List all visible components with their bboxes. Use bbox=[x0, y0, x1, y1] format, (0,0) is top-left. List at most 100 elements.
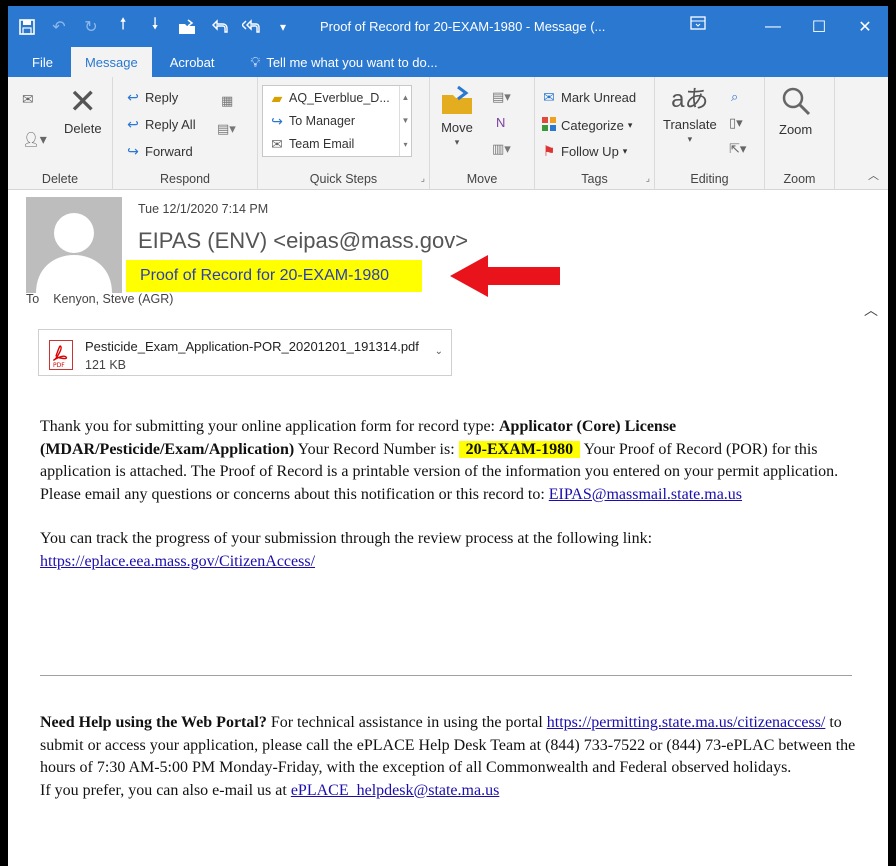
find-icon[interactable]: ⌕ bbox=[731, 89, 738, 105]
reply-all-icon: ↩ bbox=[127, 116, 139, 132]
more-respond-icon[interactable]: ▤▾ bbox=[217, 121, 236, 137]
ribbon-group-tags: ✉︎ Mark Unread Categorize ▾ ⚑ Follow Up ▾ Ta… bbox=[535, 77, 655, 190]
categorize-button[interactable]: Categorize ▾ bbox=[541, 116, 632, 135]
move-to-folder-icon[interactable] bbox=[174, 14, 200, 40]
helpdesk-email-link[interactable]: ePLACE_helpdesk@state.ma.us bbox=[291, 782, 499, 799]
reply-all-quick-icon[interactable] bbox=[238, 14, 264, 40]
ribbon-tabs: File Message Acrobat 💡︎ Tell me what you… bbox=[8, 47, 888, 77]
quick-step-item[interactable]: ↪ To Manager bbox=[269, 113, 355, 129]
attachment-menu-icon[interactable]: ⌄ bbox=[435, 346, 443, 357]
translate-button[interactable]: aあ Translate ▾ bbox=[663, 85, 717, 145]
group-label-zoom: Zoom bbox=[783, 172, 816, 186]
divider bbox=[40, 675, 852, 676]
ribbon-group-move: Move ▾ ▤▾ N ▥▾ Move bbox=[430, 77, 535, 190]
junk-icon[interactable]: 👤︎▾ bbox=[22, 131, 47, 148]
ribbon-group-quick-steps: ▰ AQ_Everblue_D... ↪ To Manager ✉︎ Team Ema… bbox=[258, 77, 430, 190]
group-label-quick-steps: Quick Steps bbox=[309, 172, 378, 186]
citizen-access-link[interactable]: https://eplace.eea.mass.gov/CitizenAcces… bbox=[40, 553, 315, 570]
delete-button[interactable]: ✕ Delete bbox=[64, 85, 102, 136]
meeting-icon[interactable]: ▦ bbox=[221, 93, 233, 109]
onenote-icon[interactable]: N bbox=[496, 115, 505, 130]
rules-icon[interactable]: ▤▾ bbox=[492, 89, 511, 105]
dialog-launcher-icon[interactable]: ⌟ bbox=[421, 173, 425, 184]
quick-step-item[interactable]: ▰ AQ_Everblue_D... bbox=[269, 90, 390, 106]
folder-icon: ▰ bbox=[271, 90, 283, 106]
body-paragraph-2: You can track the progress of your submi… bbox=[40, 530, 653, 570]
undo-icon[interactable]: ↶ bbox=[46, 14, 72, 40]
group-label-editing: Editing bbox=[690, 172, 729, 186]
permitting-portal-link[interactable]: https://permitting.state.ma.us/citizenac… bbox=[547, 714, 826, 731]
to-label: To bbox=[26, 292, 40, 306]
quick-steps-scroll[interactable]: ▲ ▼ ▾ bbox=[399, 86, 411, 156]
forward-icon: ↪ bbox=[127, 143, 139, 159]
ribbon-group-delete: ✉︎ 👤︎▾ ✕ Delete Delete bbox=[8, 77, 113, 190]
group-label-move: Move bbox=[466, 172, 498, 186]
customize-toolbar-icon[interactable]: ▾ bbox=[270, 14, 296, 40]
reply-button[interactable]: ↩ Reply bbox=[125, 89, 178, 105]
ribbon-group-editing: aあ Translate ▾ ⌕ ▯▾ ⇱▾ Editing bbox=[655, 77, 765, 190]
sent-date: Tue 12/1/2020 7:14 PM bbox=[138, 202, 269, 216]
zoom-button[interactable]: Zoom bbox=[779, 85, 812, 137]
attachment-name: Pesticide_Exam_Application-POR_20201201_… bbox=[85, 339, 419, 354]
select-icon[interactable]: ⇱▾ bbox=[729, 141, 746, 157]
save-icon[interactable] bbox=[14, 14, 40, 40]
delete-x-icon: ✕ bbox=[68, 83, 98, 121]
group-label-tags: Tags bbox=[581, 172, 608, 186]
redo-icon[interactable]: ↻ bbox=[78, 14, 104, 40]
attachment-card[interactable]: PDF Pesticide_Exam_Application-POR_20201… bbox=[38, 329, 452, 376]
minimize-icon[interactable]: — bbox=[750, 6, 796, 47]
title-bar: ↶ ↻ 🠕 🠗 ▾ Proof of Record for 20-EXAM-19… bbox=[8, 6, 888, 47]
sender-name[interactable]: EIPAS (ENV) <eipas@mass.gov> bbox=[138, 228, 468, 254]
recipient-line: To Kenyon, Steve (AGR) bbox=[26, 292, 187, 306]
avatar bbox=[26, 197, 122, 293]
maximize-icon[interactable]: ☐ bbox=[796, 6, 842, 47]
translate-icon: aあ bbox=[671, 86, 709, 113]
envelope-icon: ✉︎ bbox=[543, 89, 555, 105]
outlook-message-window: ↶ ↻ 🠕 🠗 ▾ Proof of Record for 20-EXAM-19… bbox=[8, 6, 888, 866]
group-label-respond: Respond bbox=[159, 172, 211, 186]
ribbon-display-options-icon[interactable] bbox=[690, 16, 706, 33]
collapse-ribbon-icon[interactable]: ︿ bbox=[868, 167, 879, 183]
next-item-icon[interactable]: 🠗 bbox=[142, 14, 168, 40]
related-icon[interactable]: ▯▾ bbox=[729, 115, 743, 131]
recipient[interactable]: Kenyon, Steve (AGR) bbox=[53, 292, 173, 306]
flag-icon: ⚑ bbox=[542, 143, 556, 159]
quick-steps-gallery: ▰ AQ_Everblue_D... ↪ To Manager ✉︎ Team Ema… bbox=[262, 85, 412, 157]
group-label-delete: Delete bbox=[41, 172, 79, 186]
eipas-email-link[interactable]: EIPAS@massmail.state.ma.us bbox=[549, 486, 742, 503]
tell-me-text: Tell me what you want to do... bbox=[266, 54, 438, 70]
ribbon-group-respond: ↩ Reply ↩ Reply All ↪ Forward ▦ ▤▾ Respond bbox=[113, 77, 258, 190]
quick-step-item[interactable]: ✉︎ Team Email bbox=[269, 136, 354, 152]
follow-up-button[interactable]: ⚑ Follow Up ▾ bbox=[541, 143, 628, 159]
help-paragraph: Need Help using the Web Portal? For tech… bbox=[40, 714, 856, 776]
annotation-arrow-icon bbox=[448, 252, 562, 305]
tell-me-search[interactable]: 💡︎ Tell me what you want to do... bbox=[237, 47, 452, 77]
svg-text:PDF: PDF bbox=[53, 362, 65, 369]
move-button[interactable]: Move ▾ bbox=[440, 85, 474, 148]
attachment-size: 121 KB bbox=[85, 358, 127, 372]
dialog-launcher-icon[interactable]: ⌟ bbox=[646, 173, 650, 184]
body-paragraph-1: Thank you for submitting your online app… bbox=[40, 418, 839, 503]
reply-all-button[interactable]: ↩ Reply All bbox=[125, 116, 195, 132]
magnifier-icon bbox=[780, 85, 812, 120]
message-body: Thank you for submitting your online app… bbox=[40, 416, 850, 573]
categorize-icon bbox=[541, 116, 557, 135]
forward-icon: ↪ bbox=[271, 113, 283, 129]
move-folder-icon bbox=[440, 85, 474, 118]
tab-message[interactable]: Message bbox=[70, 47, 152, 77]
tab-acrobat[interactable]: Acrobat bbox=[152, 47, 237, 77]
close-icon[interactable]: ✕ bbox=[842, 6, 888, 47]
help-section: Need Help using the Web Portal? For tech… bbox=[40, 712, 860, 802]
previous-item-icon[interactable]: 🠕 bbox=[110, 14, 136, 40]
tab-file[interactable]: File bbox=[8, 47, 71, 77]
window-title: Proof of Record for 20-EXAM-1980 - Messa… bbox=[320, 19, 606, 34]
record-number: 20-EXAM-1980 bbox=[458, 440, 581, 458]
collapse-header-icon[interactable]: ︿ bbox=[864, 300, 878, 320]
ribbon-group-zoom: Zoom Zoom bbox=[765, 77, 835, 190]
pdf-icon: PDF bbox=[49, 340, 73, 370]
forward-button[interactable]: ↪ Forward bbox=[125, 143, 193, 159]
actions-icon[interactable]: ▥▾ bbox=[492, 141, 511, 157]
reply-quick-icon[interactable] bbox=[206, 14, 232, 40]
mark-unread-button[interactable]: ✉︎ Mark Unread bbox=[541, 89, 636, 105]
ignore-icon[interactable]: ✉︎ bbox=[22, 91, 34, 108]
